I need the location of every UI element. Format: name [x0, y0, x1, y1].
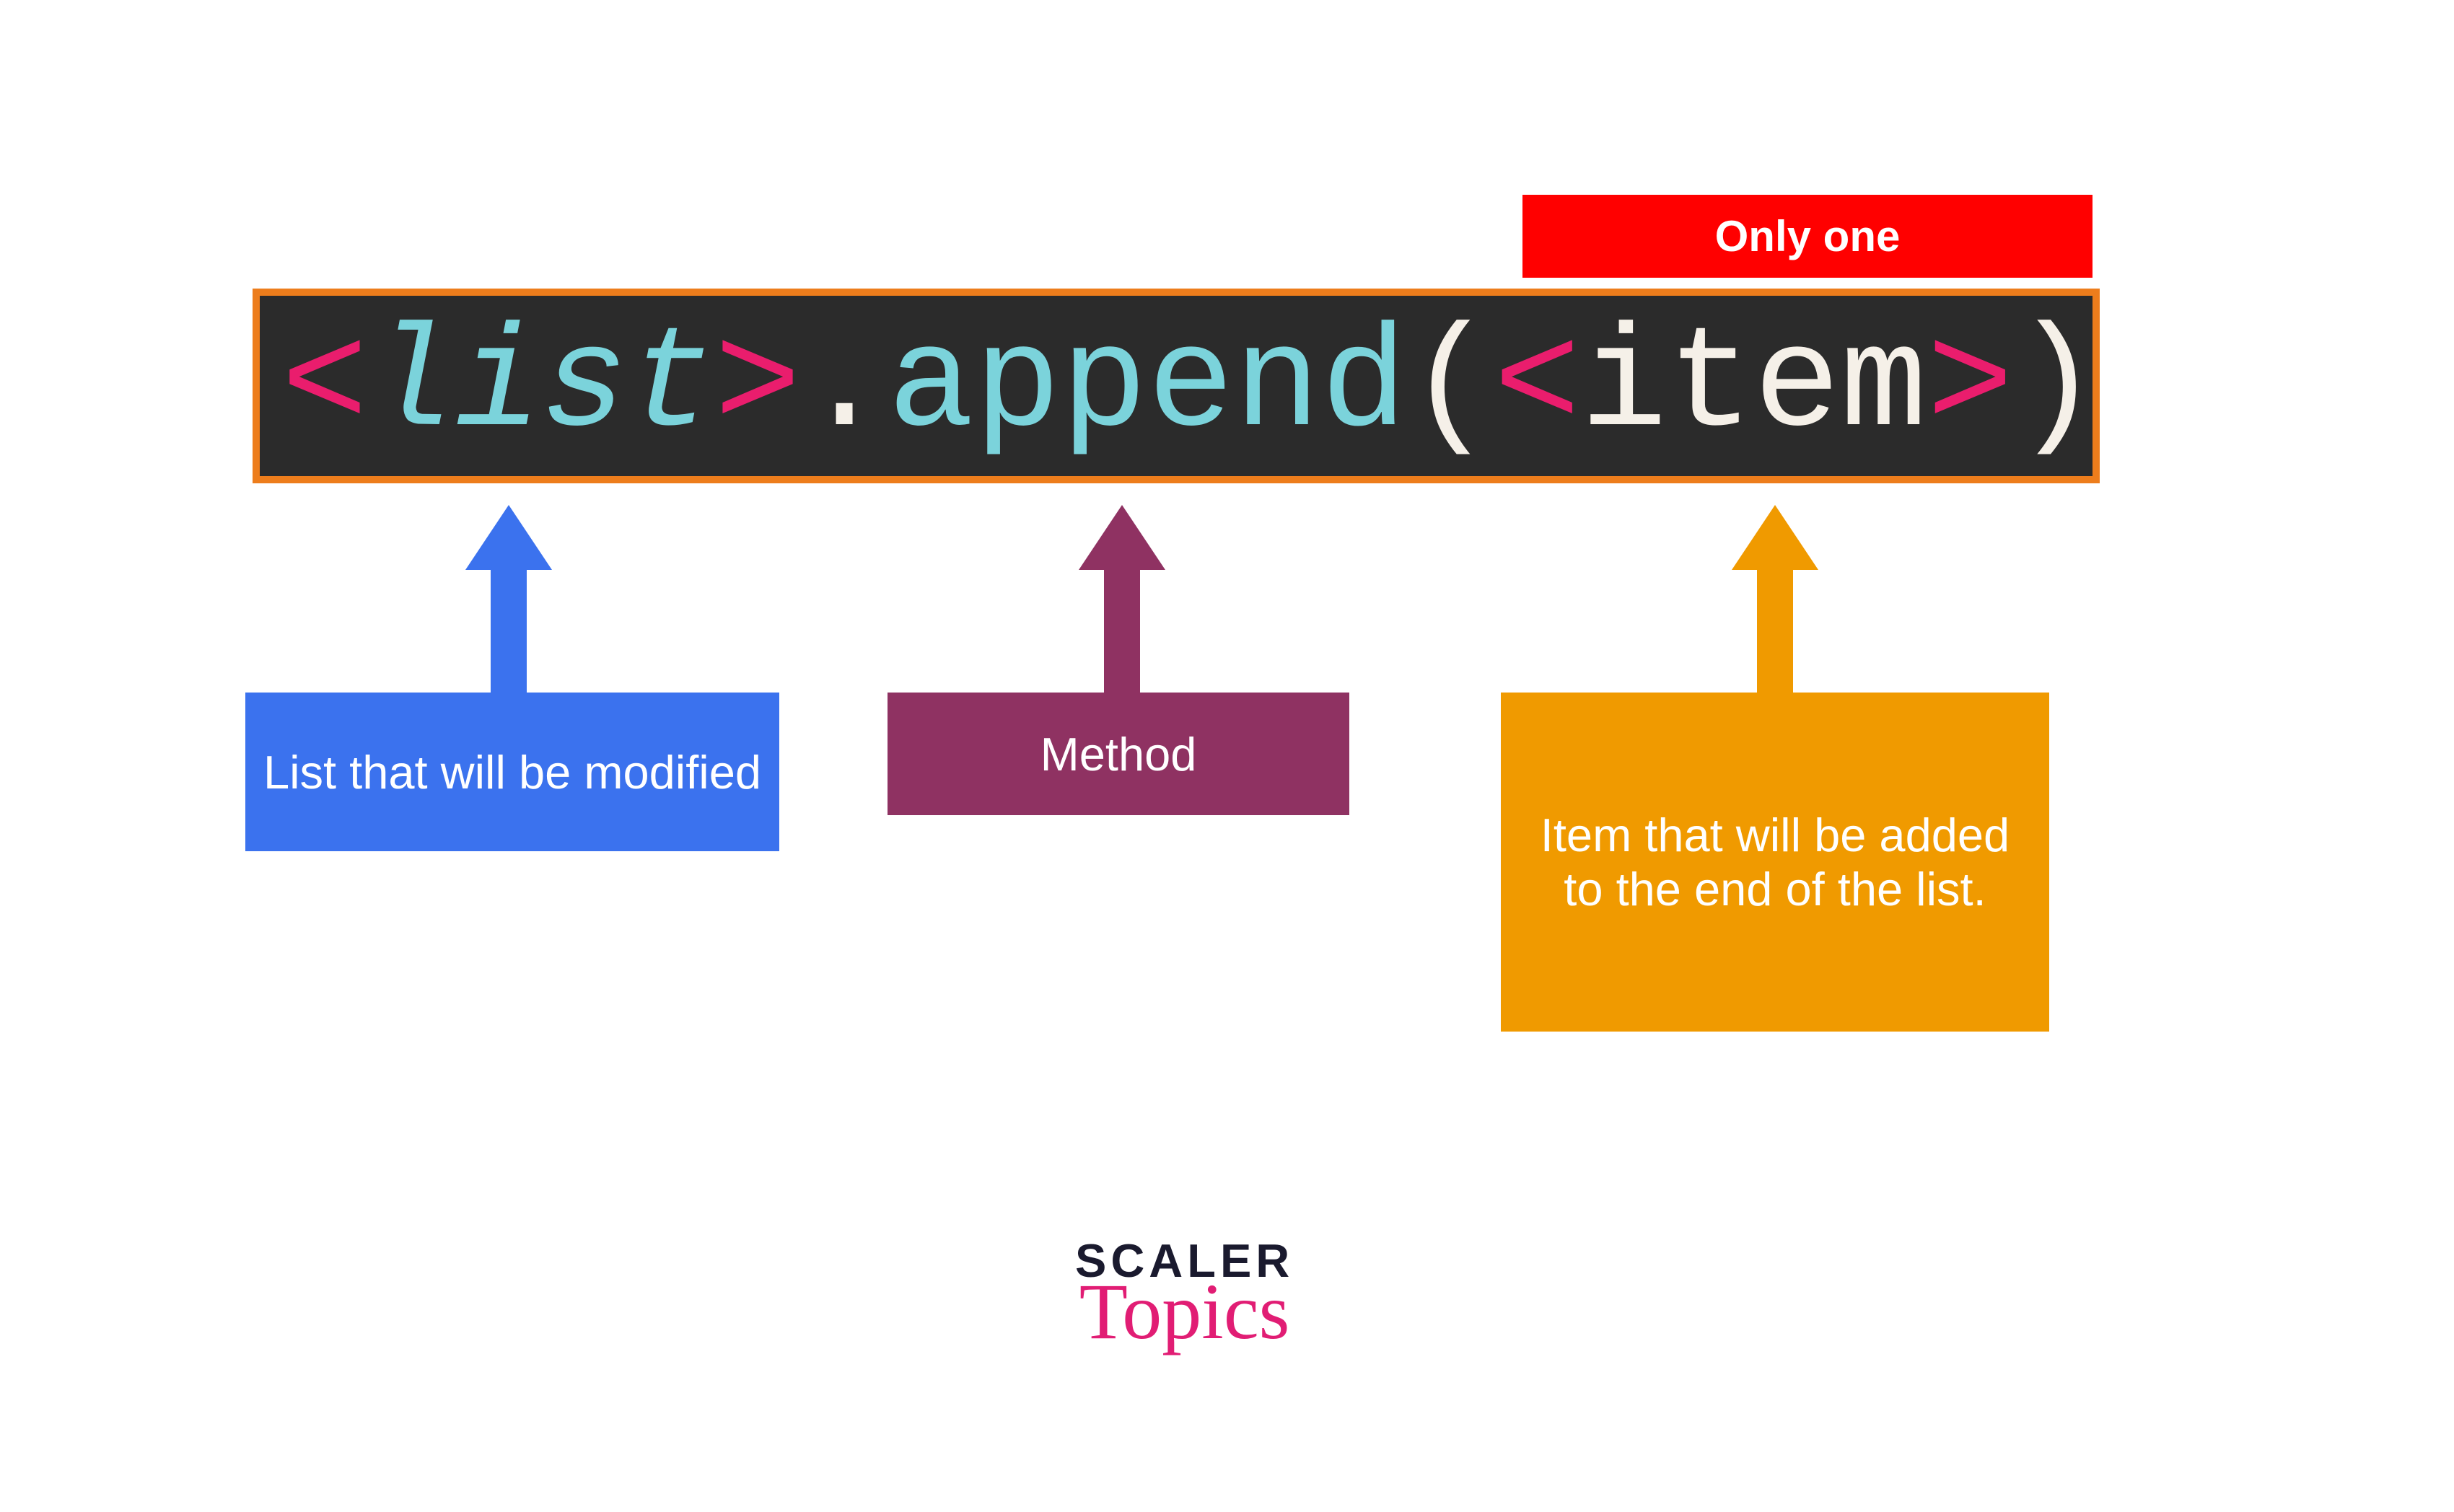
method-description-text: Method	[1040, 727, 1197, 781]
item-description-text: Item that will be added to the end of th…	[1522, 808, 2028, 916]
angle-close-1: >	[714, 304, 801, 468]
item-description-label: Item that will be added to the end of th…	[1501, 693, 2049, 1032]
code-list-token: list	[368, 304, 714, 468]
code-syntax-box: <list>.append(<item>)	[253, 289, 2100, 483]
arrow-up-icon	[1732, 505, 1818, 570]
arrow-stem	[491, 568, 527, 695]
method-description-label: Method	[888, 693, 1349, 815]
paren-open: (	[1407, 304, 1494, 468]
code-append-token: append	[888, 304, 1407, 468]
only-one-label: Only one	[1715, 211, 1901, 261]
only-one-badge: Only one	[1522, 195, 2093, 278]
code-dot: .	[801, 304, 888, 468]
code-item-token: item	[1580, 304, 1927, 468]
arrow-stem	[1757, 568, 1793, 695]
list-description-text: List that will be modified	[263, 745, 761, 799]
scaler-topics-logo: SCALER Topics	[1075, 1234, 1294, 1358]
logo-line-2: Topics	[1075, 1266, 1294, 1358]
angle-open-1: <	[281, 304, 368, 468]
arrow-up-icon	[465, 505, 552, 570]
arrow-up-icon	[1079, 505, 1165, 570]
angle-close-2: >	[1927, 304, 2013, 468]
angle-open-2: <	[1494, 304, 1580, 468]
list-description-label: List that will be modified	[245, 693, 779, 851]
paren-close: )	[2013, 304, 2100, 468]
arrow-stem	[1104, 568, 1140, 695]
